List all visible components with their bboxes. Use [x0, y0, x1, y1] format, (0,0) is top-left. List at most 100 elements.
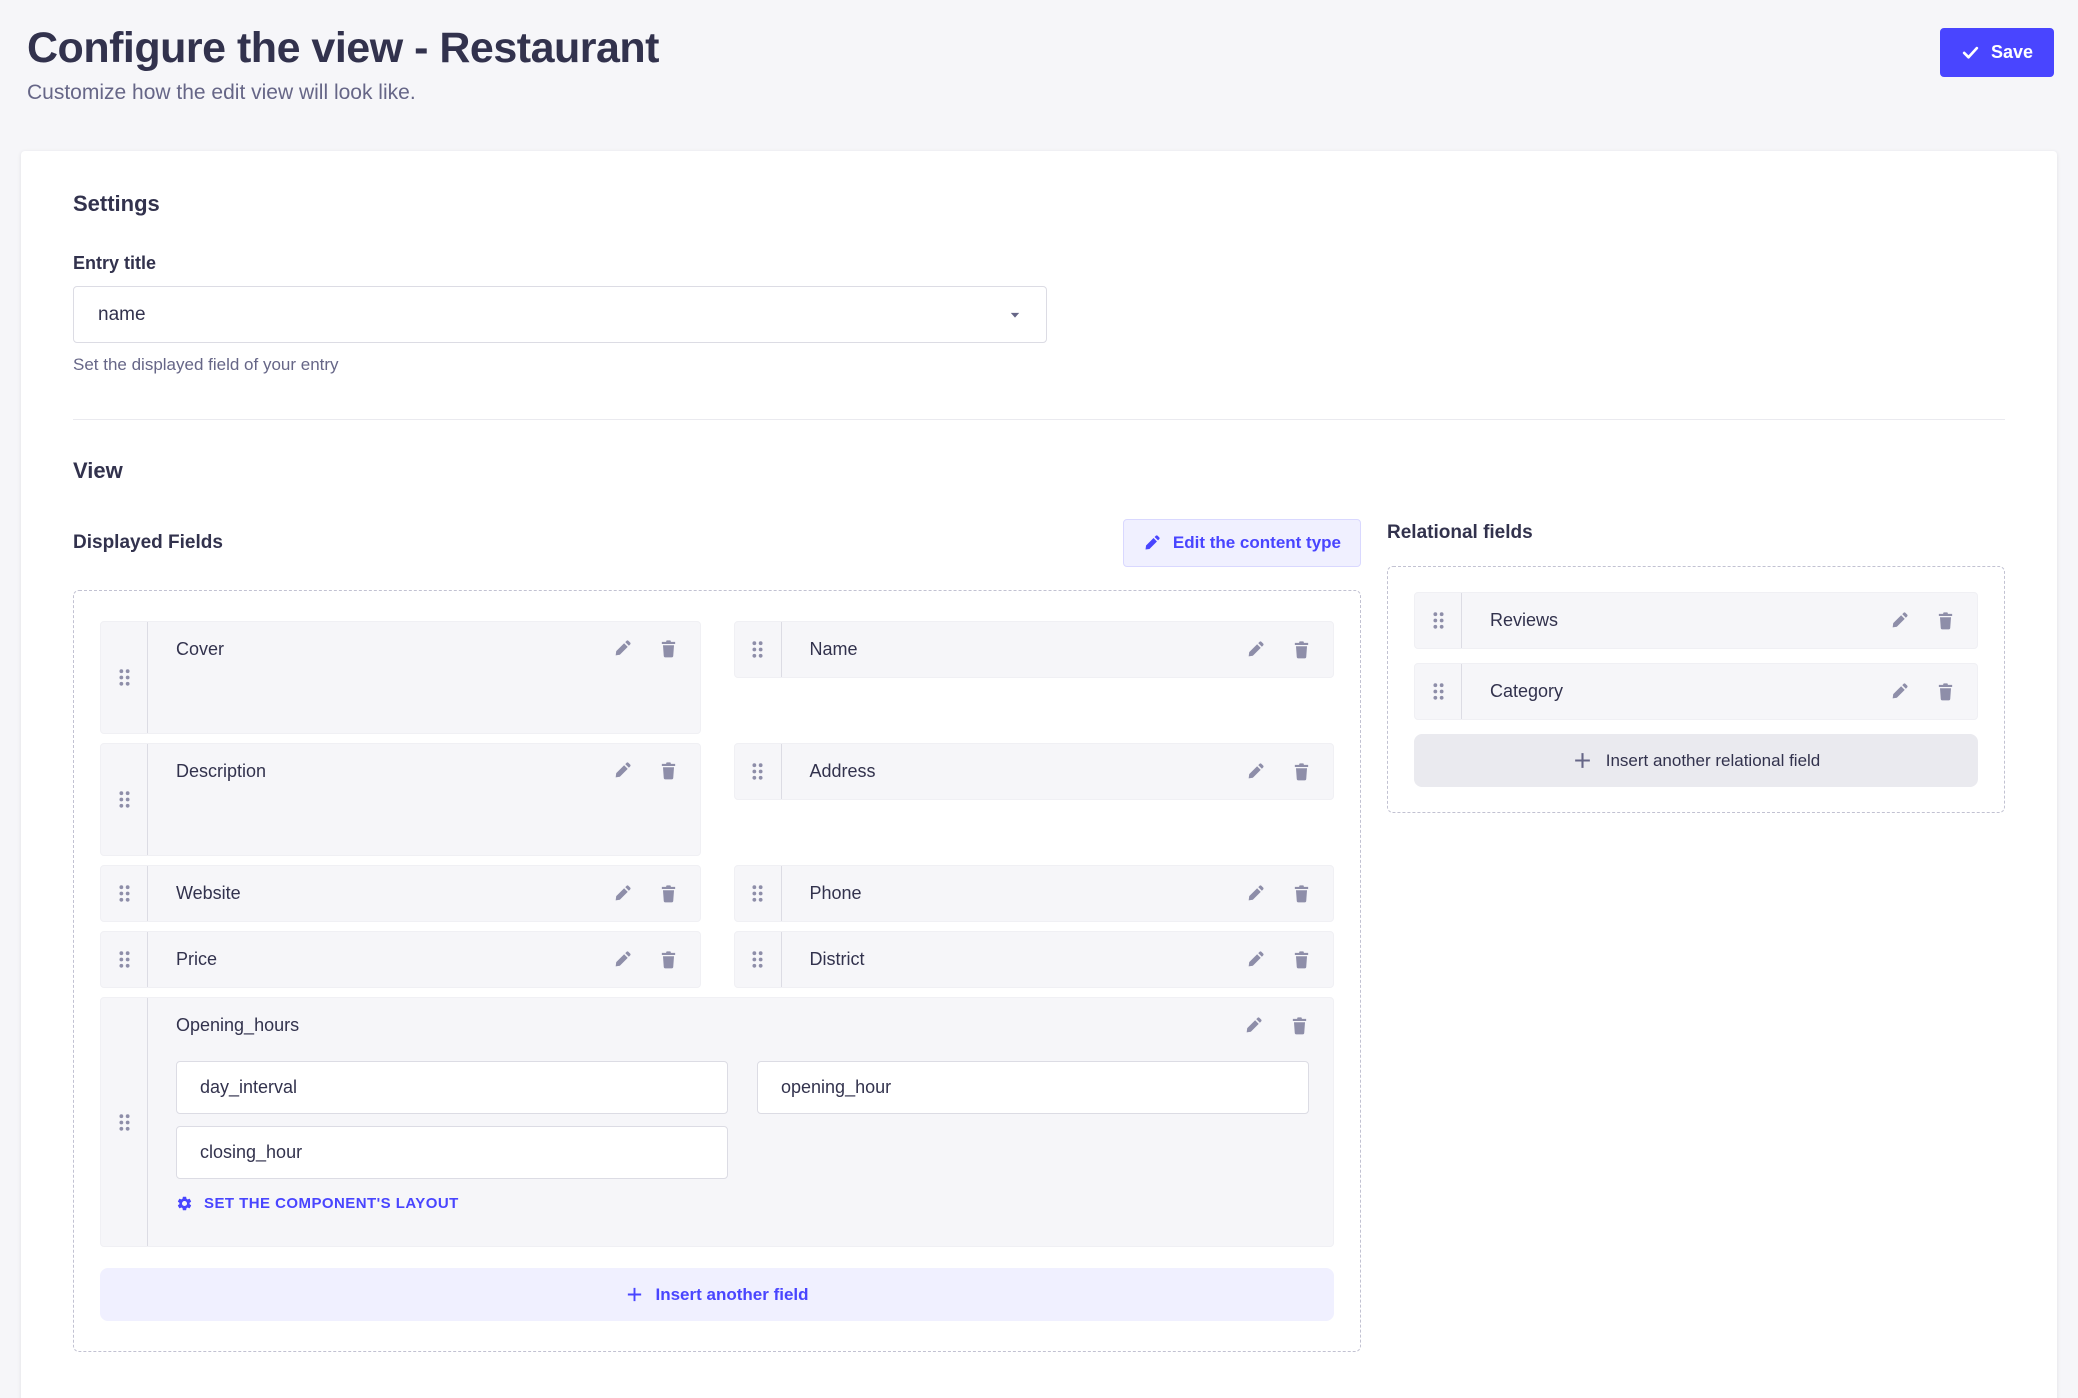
edit-field-button[interactable] [613, 639, 632, 658]
delete-field-button[interactable] [1292, 884, 1311, 903]
displayed-fields-dropzone: Cover [73, 590, 1361, 1352]
field-label: Description [176, 761, 613, 782]
delete-field-button[interactable] [1292, 762, 1311, 781]
relational-fields-dropzone: Reviews Category [1387, 566, 2005, 813]
relational-field-label: Reviews [1490, 610, 1890, 631]
edit-field-button[interactable] [613, 761, 632, 780]
drag-handle-icon [117, 949, 132, 970]
edit-field-button[interactable] [613, 950, 632, 969]
settings-heading: Settings [73, 191, 2005, 217]
pencil-icon [1890, 682, 1909, 701]
field-label: Cover [176, 639, 613, 660]
pencil-icon [1890, 611, 1909, 630]
field-card-website[interactable]: Website [100, 865, 701, 922]
pencil-icon [1246, 640, 1265, 659]
edit-field-button[interactable] [1890, 611, 1909, 630]
component-subfield-opening-hour[interactable]: opening_hour [757, 1061, 1309, 1114]
drag-handle[interactable] [101, 998, 148, 1246]
drag-handle[interactable] [1415, 593, 1462, 648]
edit-field-button[interactable] [1246, 762, 1265, 781]
set-component-layout-label: SET THE COMPONENT'S LAYOUT [204, 1195, 459, 1212]
drag-handle[interactable] [735, 622, 782, 677]
drag-handle[interactable] [101, 932, 148, 987]
drag-handle-icon [117, 1112, 132, 1133]
relational-field-label: Category [1490, 681, 1890, 702]
drag-handle[interactable] [101, 622, 148, 733]
component-card-opening-hours[interactable]: Opening_hours day_interval [100, 997, 1334, 1247]
field-card-description[interactable]: Description [100, 743, 701, 856]
delete-component-button[interactable] [1290, 1016, 1309, 1035]
entry-title-label: Entry title [73, 253, 2005, 274]
trash-icon [1292, 950, 1311, 969]
drag-handle-icon [750, 883, 765, 904]
drag-handle-icon [750, 949, 765, 970]
trash-icon [1292, 640, 1311, 659]
drag-handle-icon [750, 639, 765, 660]
subfield-label: closing_hour [200, 1142, 302, 1163]
edit-field-button[interactable] [1246, 950, 1265, 969]
edit-field-button[interactable] [1246, 640, 1265, 659]
section-divider [73, 419, 2005, 420]
save-button-label: Save [1991, 42, 2033, 63]
save-button[interactable]: Save [1940, 28, 2054, 77]
delete-field-button[interactable] [1936, 682, 1955, 701]
delete-field-button[interactable] [1292, 640, 1311, 659]
edit-field-button[interactable] [613, 884, 632, 903]
field-label: Website [176, 883, 613, 904]
trash-icon [659, 639, 678, 658]
gear-icon [176, 1195, 193, 1212]
subfield-label: day_interval [200, 1077, 297, 1098]
insert-another-relational-field-button[interactable]: Insert another relational field [1414, 734, 1978, 787]
relational-card-reviews[interactable]: Reviews [1414, 592, 1978, 649]
delete-field-button[interactable] [659, 639, 678, 658]
field-label: Address [810, 761, 1247, 782]
edit-content-type-label: Edit the content type [1173, 533, 1341, 553]
pencil-icon [1143, 534, 1161, 552]
delete-field-button[interactable] [659, 950, 678, 969]
drag-handle[interactable] [735, 866, 782, 921]
field-label: Price [176, 949, 613, 970]
drag-handle[interactable] [735, 932, 782, 987]
field-card-price[interactable]: Price [100, 931, 701, 988]
trash-icon [1936, 682, 1955, 701]
field-card-phone[interactable]: Phone [734, 865, 1335, 922]
field-label: Name [810, 639, 1247, 660]
drag-handle[interactable] [735, 744, 782, 799]
pencil-icon [1246, 950, 1265, 969]
pencil-icon [1246, 762, 1265, 781]
pencil-icon [613, 761, 632, 780]
trash-icon [1292, 762, 1311, 781]
delete-field-button[interactable] [659, 761, 678, 780]
delete-field-button[interactable] [1292, 950, 1311, 969]
drag-handle-icon [1431, 681, 1446, 702]
pencil-icon [613, 639, 632, 658]
relational-card-category[interactable]: Category [1414, 663, 1978, 720]
caret-down-icon [1008, 308, 1022, 322]
field-card-address[interactable]: Address [734, 743, 1335, 800]
edit-content-type-button[interactable]: Edit the content type [1123, 519, 1361, 567]
component-subfield-day-interval[interactable]: day_interval [176, 1061, 728, 1114]
delete-field-button[interactable] [659, 884, 678, 903]
insert-another-field-button[interactable]: Insert another field [100, 1268, 1334, 1321]
plus-icon [1572, 750, 1593, 771]
field-card-district[interactable]: District [734, 931, 1335, 988]
set-component-layout-link[interactable]: SET THE COMPONENT'S LAYOUT [176, 1195, 1309, 1212]
edit-field-button[interactable] [1246, 884, 1265, 903]
pencil-icon [1246, 884, 1265, 903]
view-heading: View [73, 458, 2005, 484]
edit-field-button[interactable] [1890, 682, 1909, 701]
trash-icon [659, 950, 678, 969]
field-card-cover[interactable]: Cover [100, 621, 701, 734]
field-label: Phone [810, 883, 1247, 904]
pencil-icon [1244, 1016, 1263, 1035]
field-card-name[interactable]: Name [734, 621, 1335, 678]
delete-field-button[interactable] [1936, 611, 1955, 630]
trash-icon [1292, 884, 1311, 903]
component-subfield-closing-hour[interactable]: closing_hour [176, 1126, 728, 1179]
drag-handle[interactable] [1415, 664, 1462, 719]
entry-title-select[interactable]: name [73, 286, 1047, 343]
drag-handle[interactable] [101, 744, 148, 855]
edit-component-button[interactable] [1244, 1016, 1263, 1035]
drag-handle[interactable] [101, 866, 148, 921]
check-icon [1961, 43, 1980, 62]
